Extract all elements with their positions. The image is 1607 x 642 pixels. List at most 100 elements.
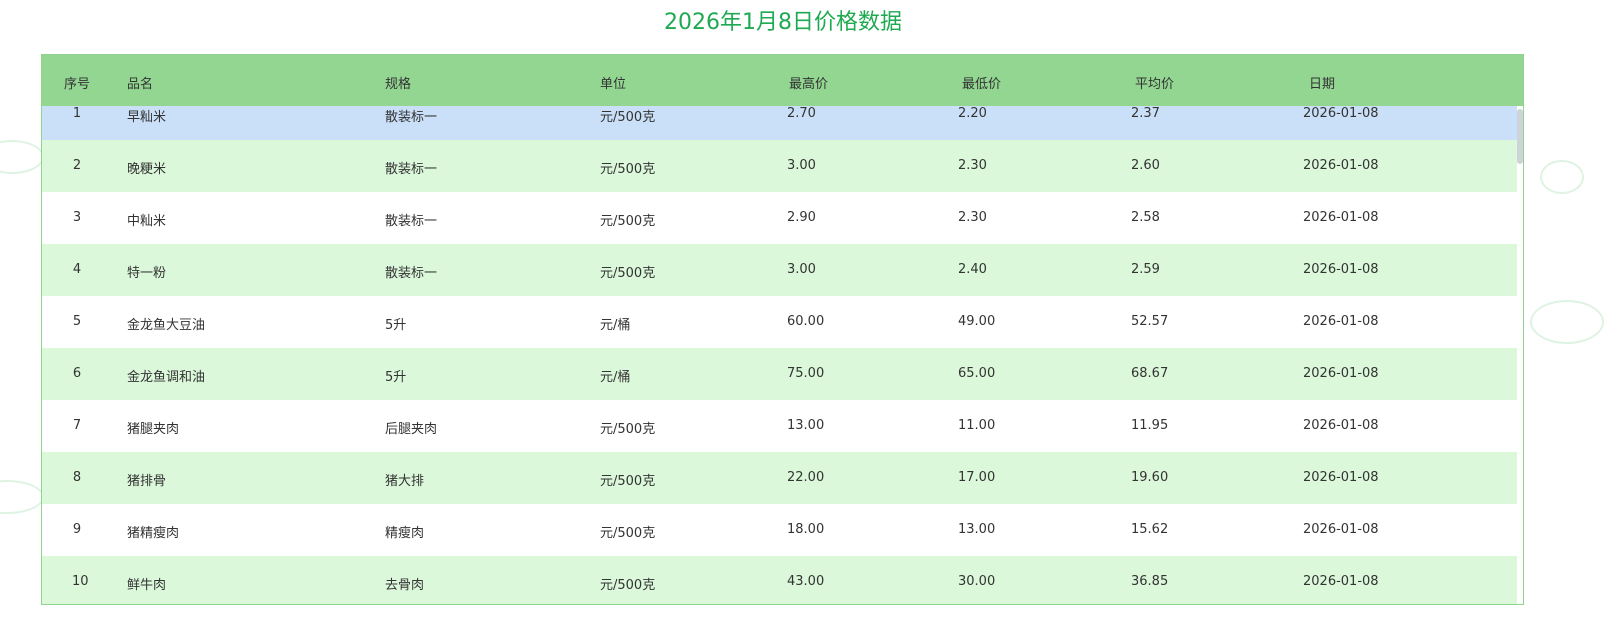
cell-avg-price: 15.62 <box>1131 522 1169 537</box>
column-header-row-index: 序号 <box>64 77 91 92</box>
background-decoration <box>1530 300 1604 344</box>
table-row[interactable]: 6 金龙鱼调和油 5升 元/桶 75.00 65.00 68.67 2026-01-08 <box>42 348 1517 400</box>
cell-min-price: 17.00 <box>958 470 996 485</box>
cell-unit: 元/桶 <box>600 318 631 333</box>
table-row[interactable]: 9 猪精瘦肉 精瘦肉 元/500克 18.00 13.00 15.62 2026-01-08 <box>42 504 1517 556</box>
table-row[interactable]: 5 金龙鱼大豆油 5升 元/桶 60.00 49.00 52.57 2026-01-08 <box>42 296 1517 348</box>
cell-min-price: 11.00 <box>958 418 996 433</box>
background-decoration <box>0 480 44 514</box>
cell-date: 2026-01-08 <box>1303 106 1379 121</box>
cell-spec: 5升 <box>385 318 407 333</box>
cell-date: 2026-01-08 <box>1303 574 1379 589</box>
column-header-spec: 规格 <box>385 77 412 92</box>
cell-row-index: 3 <box>72 210 82 225</box>
cell-product-name: 猪排骨 <box>127 474 167 489</box>
cell-date: 2026-01-08 <box>1303 210 1379 225</box>
cell-spec: 猪大排 <box>385 474 425 489</box>
cell-product-name: 早籼米 <box>127 110 167 125</box>
cell-max-price: 75.00 <box>787 366 825 381</box>
cell-unit: 元/500克 <box>600 526 656 541</box>
cell-min-price: 65.00 <box>958 366 996 381</box>
table-row[interactable]: 2 晚粳米 散装标一 元/500克 3.00 2.30 2.60 2026-01-08 <box>42 140 1517 192</box>
table-row[interactable]: 8 猪排骨 猪大排 元/500克 22.00 17.00 19.60 2026-01-08 <box>42 452 1517 504</box>
background-decoration <box>0 140 44 174</box>
cell-product-name: 金龙鱼调和油 <box>127 370 206 385</box>
cell-min-price: 2.30 <box>958 210 987 225</box>
cell-min-price: 2.20 <box>958 106 987 121</box>
table-row[interactable]: 4 特一粉 散装标一 元/500克 3.00 2.40 2.59 2026-01-08 <box>42 244 1517 296</box>
cell-max-price: 43.00 <box>787 574 825 589</box>
scrollbar-thumb[interactable] <box>1517 109 1523 164</box>
cell-unit: 元/500克 <box>600 214 656 229</box>
cell-date: 2026-01-08 <box>1303 262 1379 277</box>
cell-unit: 元/500克 <box>600 578 656 593</box>
cell-max-price: 3.00 <box>787 262 816 277</box>
cell-row-index: 8 <box>72 470 82 485</box>
cell-row-index: 10 <box>72 574 89 589</box>
cell-date: 2026-01-08 <box>1303 314 1379 329</box>
page-title: 2026年1月8日价格数据 <box>664 10 902 35</box>
cell-row-index: 9 <box>72 522 82 537</box>
cell-spec: 散装标一 <box>385 110 438 125</box>
table-row[interactable]: 7 猪腿夹肉 后腿夹肉 元/500克 13.00 11.00 11.95 2026-01-08 <box>42 400 1517 452</box>
cell-avg-price: 2.59 <box>1131 262 1160 277</box>
cell-min-price: 49.00 <box>958 314 996 329</box>
cell-spec: 散装标一 <box>385 162 438 177</box>
cell-unit: 元/500克 <box>600 422 656 437</box>
cell-spec: 去骨肉 <box>385 578 425 593</box>
cell-product-name: 特一粉 <box>127 266 167 281</box>
cell-product-name: 中籼米 <box>127 214 167 229</box>
table-body[interactable]: 1 早籼米 散装标一 元/500克 2.70 2.20 2.37 2026-01-08 2 晚粳米… <box>42 106 1517 604</box>
scrollbar[interactable] <box>1517 106 1523 604</box>
cell-date: 2026-01-08 <box>1303 522 1379 537</box>
cell-date: 2026-01-08 <box>1303 418 1379 433</box>
cell-max-price: 22.00 <box>787 470 825 485</box>
cell-spec: 精瘦肉 <box>385 526 425 541</box>
cell-spec: 散装标一 <box>385 214 438 229</box>
cell-row-index: 5 <box>72 314 82 329</box>
price-table: 序号 品名 规格 单位 最高价 最低价 平均价 日期 1 早籼米 散装标一 元/500克 2.70 2.… <box>41 54 1524 605</box>
table-row[interactable]: 3 中籼米 散装标一 元/500克 2.90 2.30 2.58 2026-01-08 <box>42 192 1517 244</box>
cell-avg-price: 19.60 <box>1131 470 1169 485</box>
cell-spec: 后腿夹肉 <box>385 422 438 437</box>
background-decoration <box>1540 160 1584 194</box>
cell-date: 2026-01-08 <box>1303 470 1379 485</box>
column-header-unit: 单位 <box>600 77 627 92</box>
cell-spec: 散装标一 <box>385 266 438 281</box>
table-row[interactable]: 10 鲜牛肉 去骨肉 元/500克 43.00 30.00 36.85 2026-01-08 <box>42 556 1517 604</box>
cell-product-name: 晚粳米 <box>127 162 167 177</box>
cell-spec: 5升 <box>385 370 407 385</box>
column-header-product-name: 品名 <box>127 77 154 92</box>
cell-row-index: 6 <box>72 366 82 381</box>
column-header-max-price: 最高价 <box>789 77 829 92</box>
cell-unit: 元/桶 <box>600 370 631 385</box>
cell-date: 2026-01-08 <box>1303 366 1379 381</box>
cell-avg-price: 36.85 <box>1131 574 1169 589</box>
cell-max-price: 3.00 <box>787 158 816 173</box>
cell-row-index: 2 <box>72 158 82 173</box>
table-row[interactable]: 1 早籼米 散装标一 元/500克 2.70 2.20 2.37 2026-01-08 <box>42 106 1517 140</box>
cell-unit: 元/500克 <box>600 162 656 177</box>
cell-min-price: 2.30 <box>958 158 987 173</box>
cell-product-name: 鲜牛肉 <box>127 578 167 593</box>
cell-avg-price: 2.37 <box>1131 106 1160 121</box>
cell-product-name: 猪精瘦肉 <box>127 526 180 541</box>
cell-max-price: 2.90 <box>787 210 816 225</box>
cell-product-name: 猪腿夹肉 <box>127 422 180 437</box>
cell-date: 2026-01-08 <box>1303 158 1379 173</box>
cell-product-name: 金龙鱼大豆油 <box>127 318 206 333</box>
cell-unit: 元/500克 <box>600 110 656 125</box>
cell-unit: 元/500克 <box>600 474 656 489</box>
cell-max-price: 2.70 <box>787 106 816 121</box>
cell-max-price: 60.00 <box>787 314 825 329</box>
cell-min-price: 2.40 <box>958 262 987 277</box>
column-header-date: 日期 <box>1309 77 1336 92</box>
cell-max-price: 13.00 <box>787 418 825 433</box>
column-header-min-price: 最低价 <box>962 77 1002 92</box>
cell-min-price: 13.00 <box>958 522 996 537</box>
cell-row-index: 4 <box>72 262 82 277</box>
cell-min-price: 30.00 <box>958 574 996 589</box>
cell-avg-price: 2.58 <box>1131 210 1160 225</box>
cell-unit: 元/500克 <box>600 266 656 281</box>
cell-row-index: 1 <box>72 106 82 121</box>
